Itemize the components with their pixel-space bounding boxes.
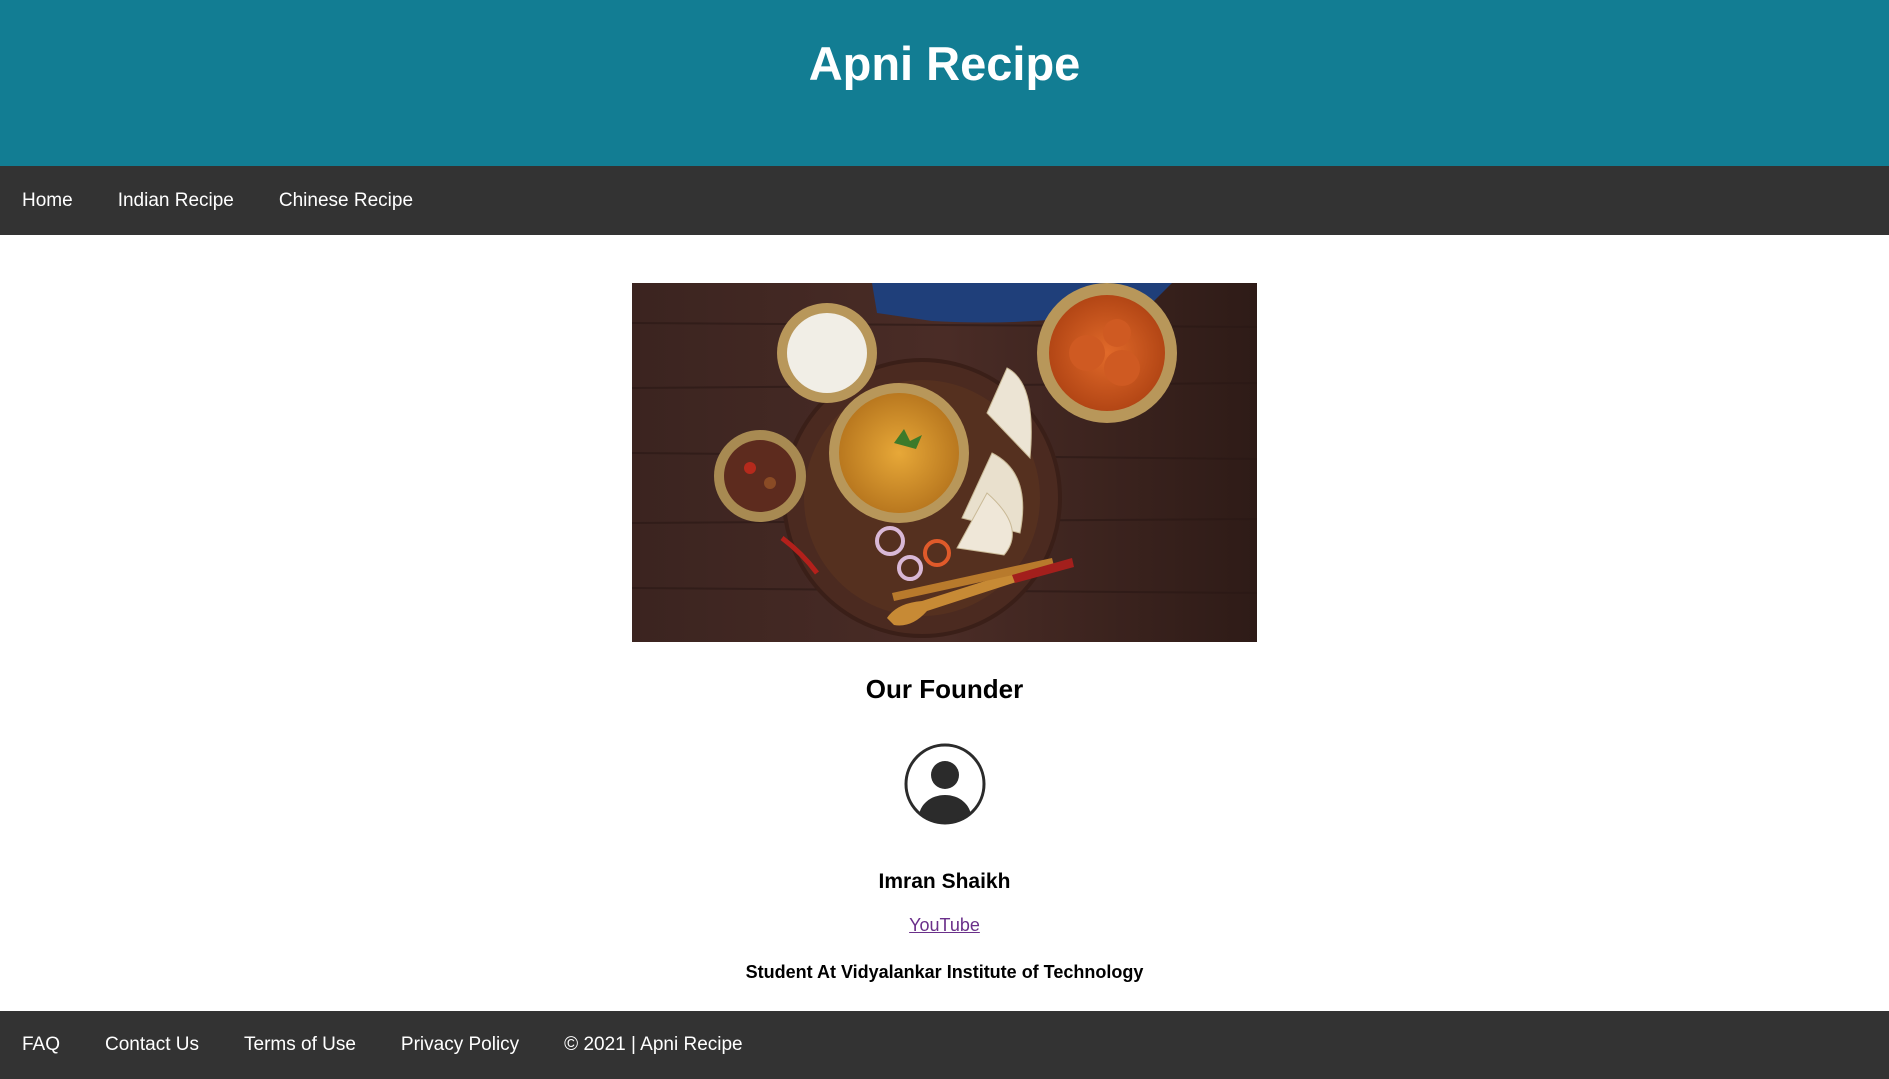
site-header: Apni Recipe <box>0 0 1889 166</box>
footer-link-faq[interactable]: FAQ <box>22 1034 60 1056</box>
site-title: Apni Recipe <box>808 37 1081 90</box>
nav-link-home[interactable]: Home <box>22 190 73 212</box>
youtube-link[interactable]: YouTube <box>909 914 980 936</box>
user-circle-icon <box>904 743 985 825</box>
footer-link-privacy-policy[interactable]: Privacy Policy <box>401 1034 519 1056</box>
top-nav: Home Indian Recipe Chinese Recipe <box>0 166 1889 235</box>
founder-heading: Our Founder <box>865 674 1024 704</box>
main-content: Our Founder Imran Shaikh YouTube Student… <box>0 235 1889 983</box>
founder-name: Imran Shaikh <box>878 870 1011 893</box>
footer-copyright: © 2021 | Apni Recipe <box>564 1034 743 1055</box>
footer-link-contact-us[interactable]: Contact Us <box>105 1034 199 1056</box>
founder-role: Student At Vidyalankar Institute of Tech… <box>745 962 1144 982</box>
site-footer: FAQ Contact Us Terms of Use Privacy Poli… <box>0 1011 1889 1079</box>
hero-food-image <box>632 283 1257 642</box>
nav-link-indian-recipe[interactable]: Indian Recipe <box>118 190 234 212</box>
footer-link-terms-of-use[interactable]: Terms of Use <box>244 1034 356 1056</box>
nav-link-chinese-recipe[interactable]: Chinese Recipe <box>279 190 413 212</box>
